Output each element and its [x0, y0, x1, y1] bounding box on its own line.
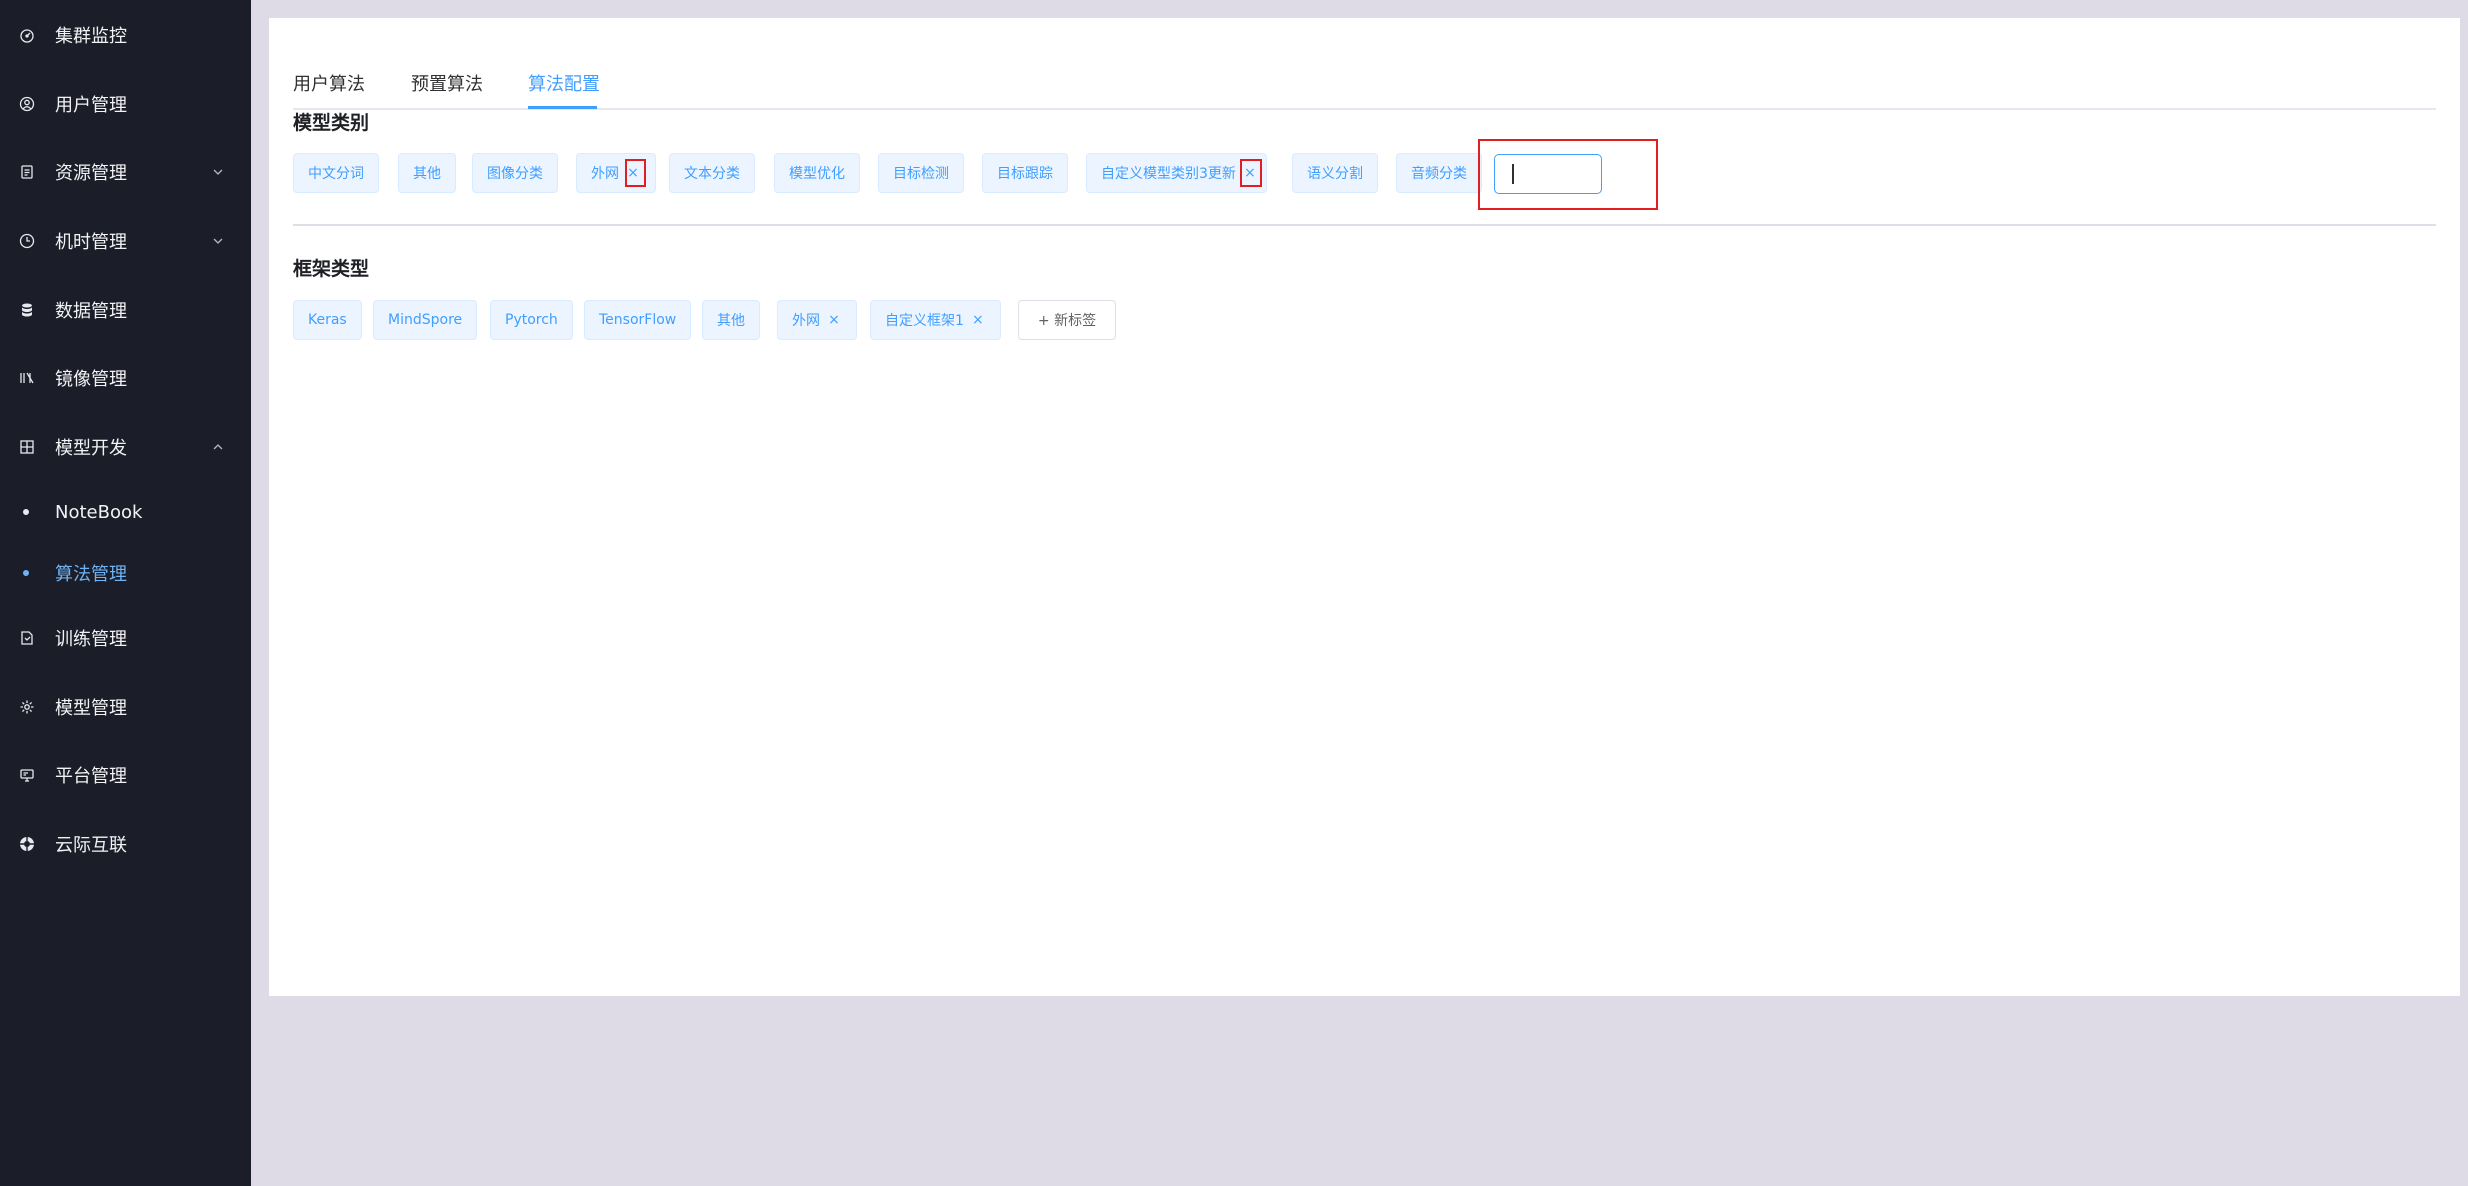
bullet-dot	[23, 570, 29, 576]
tag-item: Keras	[293, 300, 362, 340]
sidebar-item-model-development[interactable]: 模型开发	[0, 417, 251, 477]
tab-active-indicator	[528, 106, 597, 109]
sidebar-item-label: 平台管理	[55, 766, 127, 787]
sidebar-item-label: 模型管理	[55, 698, 127, 719]
tag-item: 目标跟踪	[982, 153, 1068, 193]
sidebar-item-platform-management[interactable]: 平台管理	[0, 745, 251, 805]
document-icon	[17, 162, 37, 182]
sidebar-item-label: 训练管理	[55, 629, 127, 650]
tag-item: 其他	[702, 300, 760, 340]
close-icon[interactable]: ×	[1242, 165, 1258, 181]
tag-label: Pytorch	[505, 312, 558, 328]
tag-item: 模型优化	[774, 153, 860, 193]
tag-label: 目标跟踪	[997, 166, 1053, 182]
tag-item: Pytorch	[490, 300, 573, 340]
sidebar-item-label: 算法管理	[55, 564, 127, 585]
sidebar-item-model-management[interactable]: 模型管理	[0, 677, 251, 737]
tag-item: 语义分割	[1292, 153, 1378, 193]
sidebar-item-label: NoteBook	[55, 501, 143, 523]
tag-item: 音频分类	[1396, 153, 1482, 193]
tag-label: 中文分词	[308, 166, 364, 182]
tag-item: 其他	[398, 153, 456, 193]
tag-item: 自定义框架1 ×	[870, 300, 1001, 340]
tag-item: 目标检测	[878, 153, 964, 193]
sidebar-item-label: 集群监控	[55, 26, 127, 47]
tag-item: MindSpore	[373, 300, 478, 340]
tag-label: Keras	[308, 312, 347, 328]
sidebar-item-training-management[interactable]: 训练管理	[0, 608, 251, 668]
chevron-down-icon[interactable]	[209, 232, 227, 250]
sidebar-item-machine-time[interactable]: 机时管理	[0, 211, 251, 271]
sidebar-item-label: 模型开发	[55, 438, 127, 459]
new-tag-button[interactable]: + 新标签	[1018, 300, 1116, 340]
close-icon[interactable]: ×	[625, 165, 641, 181]
tag-item: 中文分词	[293, 153, 379, 193]
sidebar-subitem-notebook[interactable]: NoteBook	[0, 482, 251, 542]
tag-label: MindSpore	[388, 312, 463, 328]
tag-label: 音频分类	[1411, 166, 1467, 182]
sidebar-item-resource-management[interactable]: 资源管理	[0, 142, 251, 202]
tag-label: 外网	[591, 166, 619, 182]
sidebar-item-cluster-monitor[interactable]: 集群监控	[0, 5, 251, 65]
tag-item: 外网 ×	[576, 153, 656, 193]
tag-label: 文本分类	[684, 166, 740, 182]
close-icon[interactable]: ×	[970, 312, 986, 328]
close-icon[interactable]: ×	[826, 312, 842, 328]
main-card: 用户算法 预置算法 算法配置 模型类别 中文分词 其他 图像分类 外网 × 文本…	[269, 18, 2460, 996]
tag-label: 图像分类	[487, 166, 543, 182]
new-tag-input[interactable]	[1494, 154, 1602, 194]
sidebar-item-label: 镜像管理	[55, 369, 127, 390]
chevron-down-icon[interactable]	[209, 163, 227, 181]
tag-item: 文本分类	[669, 153, 755, 193]
sidebar-item-image-management[interactable]: 镜像管理	[0, 348, 251, 408]
sidebar-subitem-algorithm-management[interactable]: 算法管理	[0, 543, 251, 603]
section-divider	[293, 224, 2436, 226]
tag-item: 图像分类	[472, 153, 558, 193]
clock-icon	[17, 231, 37, 251]
sidebar-item-user-management[interactable]: 用户管理	[0, 74, 251, 134]
tag-item: 自定义模型类别3更新 ×	[1086, 153, 1267, 193]
monitor-icon	[17, 765, 37, 785]
sidebar-item-label: 资源管理	[55, 163, 127, 184]
bullet-dot	[23, 509, 29, 515]
sidebar: 集群监控 用户管理 资源管理 机时管理 数据管理 镜像管理 模型开发 NoteB…	[0, 0, 251, 1186]
tag-label: 自定义模型类别3更新	[1101, 166, 1236, 182]
tag-label: 自定义框架1	[885, 313, 964, 329]
sidebar-item-label: 用户管理	[55, 95, 127, 116]
chevron-up-icon[interactable]	[209, 438, 227, 456]
user-icon	[17, 94, 37, 114]
sidebar-item-label: 机时管理	[55, 232, 127, 253]
tag-label: 其他	[413, 166, 441, 182]
file-icon	[17, 628, 37, 648]
sidebar-item-cloud-interconnect[interactable]: 云际互联	[0, 814, 251, 874]
section-title-model-category: 模型类别	[293, 112, 370, 134]
tab-user-algorithm[interactable]: 用户算法	[293, 70, 365, 96]
tag-label: 目标检测	[893, 166, 949, 182]
settings-icon	[17, 697, 37, 717]
dashboard-icon	[17, 25, 37, 45]
tab-bar: 用户算法 预置算法 算法配置	[293, 52, 2436, 110]
tag-label: 其他	[717, 313, 745, 329]
tag-label: TensorFlow	[599, 312, 677, 328]
tag-item: TensorFlow	[584, 300, 692, 340]
sidebar-item-label: 云际互联	[55, 835, 127, 856]
tab-preset-algorithm[interactable]: 预置算法	[411, 70, 483, 96]
database-icon	[17, 300, 37, 320]
tag-label: 语义分割	[1307, 166, 1363, 182]
sidebar-item-label: 数据管理	[55, 301, 127, 322]
sidebar-item-data-management[interactable]: 数据管理	[0, 280, 251, 340]
tab-algorithm-config[interactable]: 算法配置	[528, 70, 600, 96]
globe-icon	[17, 834, 37, 854]
tag-label: 外网	[792, 313, 820, 329]
image-icon	[17, 368, 37, 388]
section-title-framework-type: 框架类型	[293, 258, 370, 280]
tag-label: 模型优化	[789, 166, 845, 182]
text-caret	[1512, 164, 1514, 184]
grid-icon	[17, 437, 37, 457]
app-root: 集群监控 用户管理 资源管理 机时管理 数据管理 镜像管理 模型开发 NoteB…	[0, 0, 2468, 1186]
tag-item: 外网 ×	[777, 300, 857, 340]
